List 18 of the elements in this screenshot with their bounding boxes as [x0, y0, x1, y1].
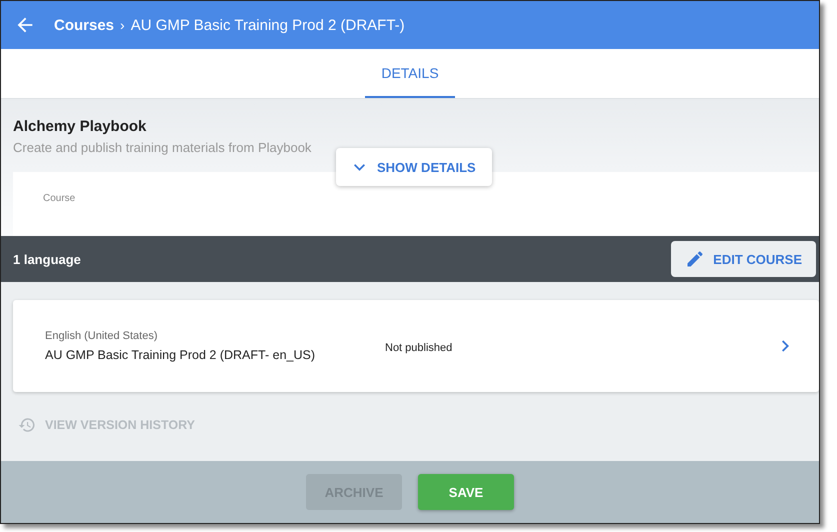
chevron-down-icon — [354, 164, 365, 170]
pencil-icon — [685, 249, 706, 269]
app-description: Create and publish training materials from Playbook — [13, 140, 312, 155]
field-label: Course — [43, 193, 76, 204]
breadcrumb-link[interactable]: Courses — [54, 16, 114, 34]
language-label: English (United States) — [45, 330, 158, 342]
app-name: Alchemy Playbook — [13, 118, 148, 135]
breadcrumb-separator: › — [120, 17, 125, 33]
chevron-right-icon — [782, 340, 789, 352]
save-button[interactable]: SAVE — [418, 474, 514, 510]
language-card[interactable]: English (United States) AU GMP Basic Training Prod 2 (DRAFT- en_US) Not published — [13, 300, 819, 392]
show-details-button[interactable]: SHOW DETAILS — [336, 148, 492, 186]
language-count: 1 language — [13, 252, 81, 266]
history-icon — [18, 416, 36, 434]
page-title: AU GMP Basic Training Prod 2 (DRAFT-) — [130, 16, 405, 34]
course-name: AU GMP Basic Training Prod 2 (DRAFT- en_US) — [45, 348, 316, 362]
publish-status: Not published — [385, 342, 454, 354]
edit-course-button[interactable]: EDIT COURSE — [671, 241, 816, 277]
